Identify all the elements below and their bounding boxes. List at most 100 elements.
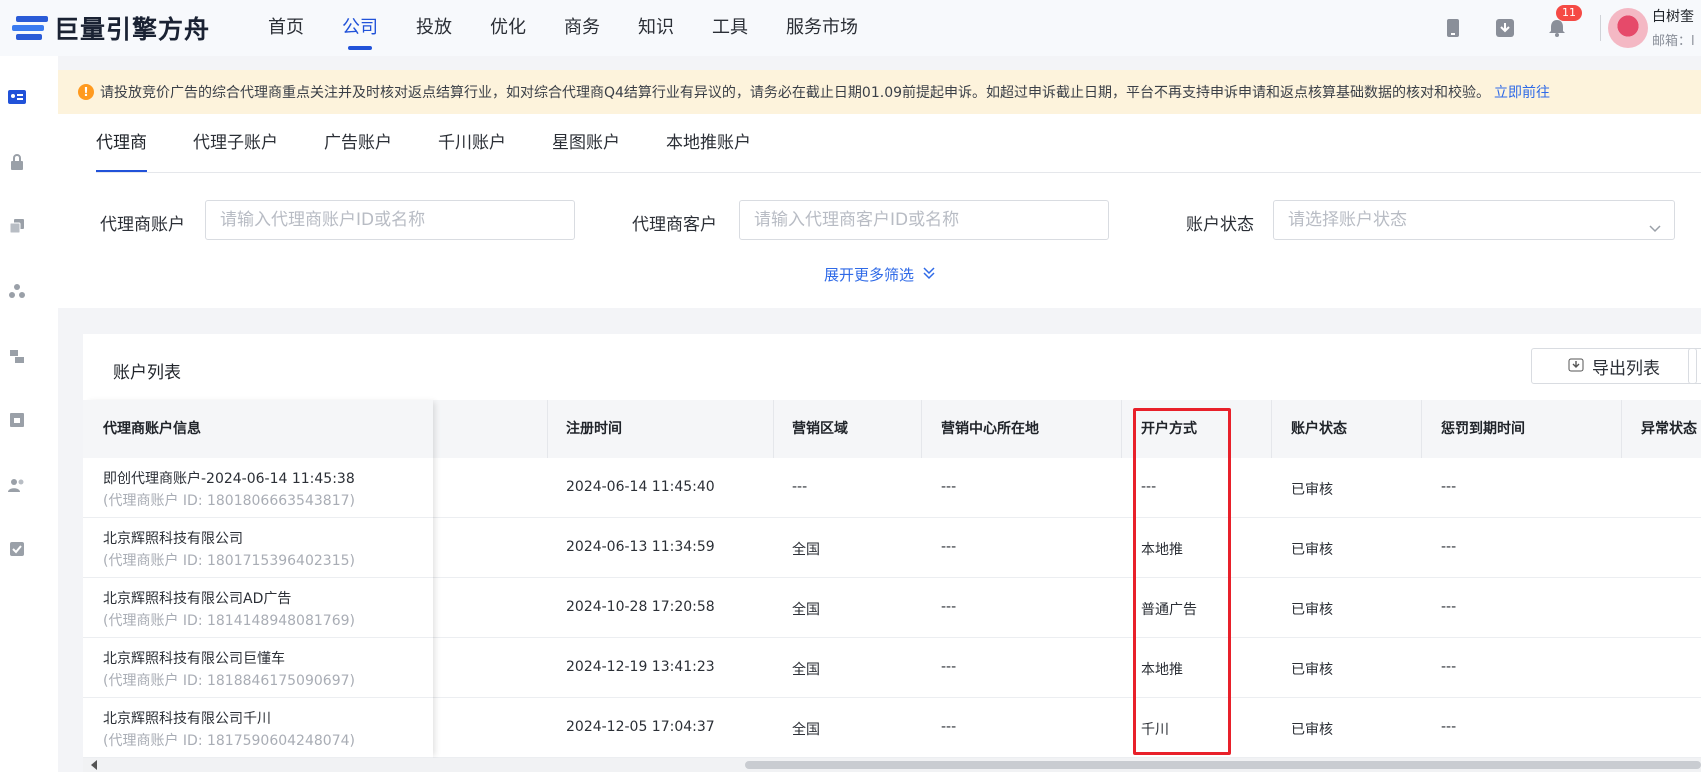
th-marketing-center: 营销中心所在地 [941, 421, 1039, 437]
table-header: 代理商账户信息 注册时间 营销区域 营销中心所在地 开户方式 账户状态 惩罚到期… [83, 400, 1701, 458]
marketing-region: 全国 [792, 542, 820, 558]
agent-client-input[interactable]: 请输入代理商客户ID或名称 [739, 200, 1109, 240]
column-divider [921, 400, 922, 458]
account-status: 已审核 [1291, 722, 1333, 738]
th-marketing-region: 营销区域 [792, 421, 848, 437]
register-time: 2024-10-28 17:20:58 [566, 599, 715, 615]
nav-company[interactable]: 公司 [342, 0, 378, 56]
column-divider [547, 400, 548, 458]
agent-name: 北京辉照科技有限公司千川 [103, 711, 271, 727]
penalty-expiry: --- [1441, 659, 1457, 675]
table-row[interactable]: 即创代理商账户-2024-06-14 11:45:38 (代理商账户 ID: 1… [83, 458, 1701, 518]
column-divider [773, 400, 774, 458]
marketing-region: 全国 [792, 662, 820, 678]
th-account-status: 账户状态 [1291, 421, 1347, 437]
brand-logo[interactable]: 巨量引擎方舟 [10, 10, 230, 46]
notification-badge: 11 [1556, 5, 1582, 21]
table-row[interactable]: 北京辉照科技有限公司千川 (代理商账户 ID: 1817590604248074… [83, 698, 1701, 758]
agent-id: (代理商账户 ID: 1817590604248074) [103, 733, 355, 749]
agent-id: (代理商账户 ID: 1801715396402315) [103, 553, 355, 569]
horizontal-scrollbar[interactable] [83, 758, 1701, 772]
notice-link[interactable]: 立即前往 [1494, 82, 1550, 102]
account-status: 已审核 [1291, 482, 1333, 498]
brand-logo-icon [10, 12, 50, 44]
account-status-placeholder: 请选择账户状态 [1288, 210, 1407, 230]
nav-optimize[interactable]: 优化 [490, 0, 526, 56]
agent-id: (代理商账户 ID: 1801806663543817) [103, 493, 355, 509]
th-agent-info: 代理商账户信息 [103, 421, 201, 437]
scroll-left-icon[interactable] [91, 760, 97, 770]
agent-account-input[interactable]: 请输入代理商账户ID或名称 [205, 200, 575, 240]
nav-service-market[interactable]: 服务市场 [786, 0, 858, 56]
th-abnormal-status: 异常状态 [1641, 421, 1697, 437]
agent-id: (代理商账户 ID: 1818846175090697) [103, 673, 355, 689]
agent-id: (代理商账户 ID: 1814148948081769) [103, 613, 355, 629]
tab-agent-sub-account[interactable]: 代理子账户 [193, 114, 278, 172]
column-divider [1421, 400, 1422, 458]
agent-name: 北京辉照科技有限公司巨懂车 [103, 651, 285, 667]
id-card-icon[interactable] [8, 88, 26, 106]
export-icon [1568, 356, 1584, 377]
tab-qianchuan-account[interactable]: 千川账户 [438, 114, 506, 172]
cluster-icon[interactable] [8, 282, 26, 300]
marketing-center: --- [941, 659, 957, 675]
header-divider [1600, 15, 1601, 41]
nav-delivery[interactable]: 投放 [416, 0, 452, 56]
column-divider [1271, 400, 1272, 458]
nav-business[interactable]: 商务 [564, 0, 600, 56]
avatar[interactable] [1608, 8, 1648, 48]
chevron-down-icon [1648, 211, 1662, 249]
account-list-title: 账户列表 [113, 363, 181, 383]
account-status-label: 账户状态 [1186, 215, 1254, 235]
user-email: 邮箱：l [1652, 34, 1695, 49]
table-row[interactable]: 北京辉照科技有限公司AD广告 (代理商账户 ID: 18141489480817… [83, 578, 1701, 638]
marketing-center: --- [941, 539, 957, 555]
column-divider [1621, 400, 1622, 458]
store-icon[interactable] [8, 411, 26, 429]
export-list-label: 导出列表 [1592, 358, 1660, 379]
nav-tools[interactable]: 工具 [712, 0, 748, 56]
more-button[interactable] [1688, 348, 1701, 384]
open-method-highlight [1133, 408, 1231, 755]
penalty-expiry: --- [1441, 539, 1457, 555]
scrollbar-thumb[interactable] [745, 761, 1701, 769]
table-row[interactable]: 北京辉照科技有限公司巨懂车 (代理商账户 ID: 181884617509069… [83, 638, 1701, 698]
notice-bar: ! 请投放竞价广告的综合代理商重点关注并及时核对返点结算行业，如对综合代理商Q4… [58, 70, 1701, 114]
penalty-expiry: --- [1441, 719, 1457, 735]
penalty-expiry: --- [1441, 599, 1457, 615]
double-chevron-down-icon [922, 266, 936, 284]
agent-client-label: 代理商客户 [632, 215, 717, 235]
brand-name: 巨量引擎方舟 [54, 15, 211, 44]
agent-account-label: 代理商账户 [100, 215, 185, 235]
tab-local-push-account[interactable]: 本地推账户 [666, 114, 751, 172]
folders-icon[interactable] [8, 347, 26, 365]
mobile-icon[interactable] [1442, 17, 1464, 39]
users-icon[interactable] [8, 476, 26, 494]
account-tabs: 代理商 代理子账户 广告账户 千川账户 星图账户 本地推账户 [96, 114, 797, 172]
marketing-center: --- [941, 599, 957, 615]
nav-knowledge[interactable]: 知识 [638, 0, 674, 56]
agent-name: 北京辉照科技有限公司AD广告 [103, 591, 292, 607]
tab-ad-account[interactable]: 广告账户 [324, 114, 392, 172]
user-name[interactable]: 白树奎 [1652, 6, 1701, 26]
table-row[interactable]: 北京辉照科技有限公司 (代理商账户 ID: 1801715396402315) … [83, 518, 1701, 578]
marketing-region: --- [792, 479, 808, 495]
download-icon[interactable] [1494, 17, 1516, 39]
layers-icon[interactable] [8, 217, 26, 235]
marketing-region: 全国 [792, 602, 820, 618]
penalty-expiry: --- [1441, 479, 1457, 495]
tabs-divider [96, 172, 1701, 173]
tab-agent[interactable]: 代理商 [96, 114, 147, 172]
checklist-icon[interactable] [8, 540, 26, 558]
tab-xingtu-account[interactable]: 星图账户 [552, 114, 620, 172]
th-register-time: 注册时间 [566, 421, 622, 437]
marketing-region: 全国 [792, 722, 820, 738]
export-list-button[interactable]: 导出列表 [1531, 348, 1697, 384]
lock-icon[interactable] [8, 153, 26, 171]
nav-home[interactable]: 首页 [268, 0, 304, 56]
expand-filters-button[interactable]: 展开更多筛选 [824, 264, 936, 285]
notice-text: 请投放竞价广告的综合代理商重点关注并及时核对返点结算行业，如对综合代理商Q4结算… [100, 85, 1490, 101]
account-status-select[interactable]: 请选择账户状态 [1273, 200, 1675, 240]
notification-bell-icon[interactable]: 11 [1546, 5, 1582, 39]
register-time: 2024-06-13 11:34:59 [566, 539, 715, 555]
